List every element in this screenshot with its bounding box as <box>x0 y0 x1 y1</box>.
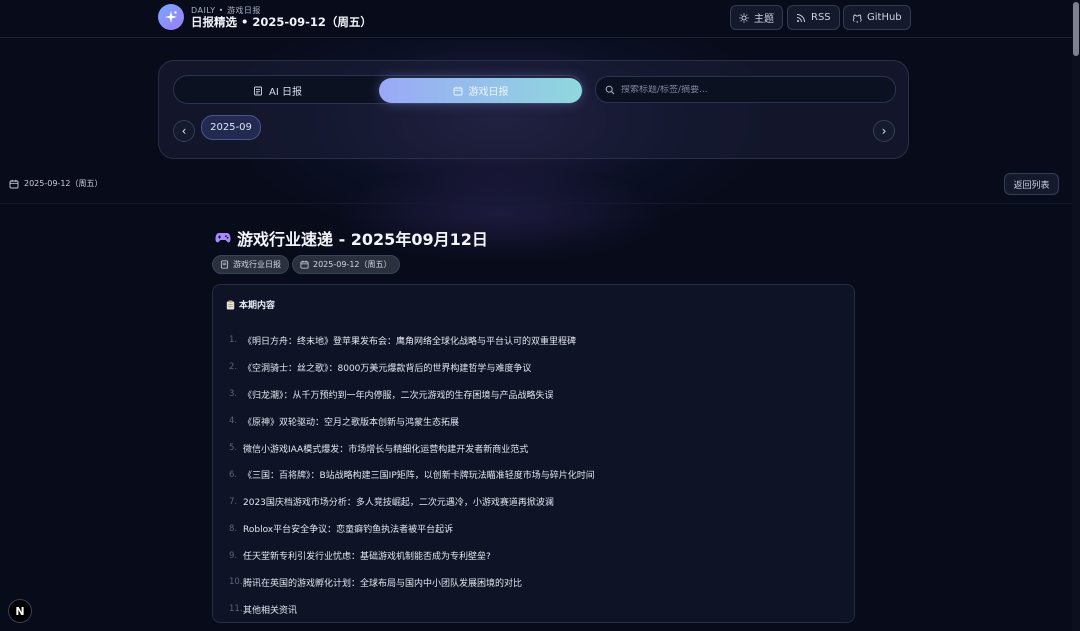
chevron-right-icon: › <box>881 124 887 138</box>
tab-ai-daily-label: AI 日报 <box>269 87 302 98</box>
toc-item-link[interactable]: 《明日方舟：终末地》登苹果发布会：鹰角网络全球化战略与平台认可的双重里程碑 <box>243 334 576 347</box>
toc-item-number: 7. <box>229 496 238 507</box>
dev-tools-badge[interactable]: N <box>8 599 32 623</box>
toc-item-number: 9. <box>229 550 238 561</box>
scrollbar-thumb[interactable] <box>1073 2 1079 56</box>
github-label: GitHub <box>867 12 902 23</box>
table-of-contents: 本期内容 1. 《明日方舟：终末地》登苹果发布会：鹰角网络全球化战略与平台认可的双… <box>212 284 855 623</box>
brand-title: 日报精选 • 2025-09-12（周五） <box>191 15 372 29</box>
toc-item-link[interactable]: Roblox平台安全争议：恋童癖钓鱼执法者被平台起诉 <box>243 522 453 535</box>
back-to-list-button[interactable]: 返回列表 <box>1004 173 1059 195</box>
github-button[interactable]: GitHub <box>843 5 911 30</box>
tag-category[interactable]: 游戏行业日报 <box>212 255 289 274</box>
article-title-text: 游戏行业速递 - 2025年09月12日 <box>237 230 488 249</box>
toc-item-link[interactable]: 2023国庆档游戏市场分析：多人竞技崛起，二次元遇冷，小游戏赛道再掀波澜 <box>243 495 554 508</box>
document-icon <box>253 86 263 96</box>
toc-item-number: 10. <box>229 577 243 588</box>
toc-list: 1. 《明日方舟：终末地》登苹果发布会：鹰角网络全球化战略与平台认可的双重里程碑 … <box>229 327 595 623</box>
toc-item[interactable]: 1. 《明日方舟：终末地》登苹果发布会：鹰角网络全球化战略与平台认可的双重里程碑 <box>229 327 595 354</box>
toc-item[interactable]: 6. 《三国：百将牌》：B站战略构建三国IP矩阵，以创新卡牌玩法瞄准轻度市场与碎片… <box>229 461 595 488</box>
toc-item-link[interactable]: 任天堂新专利引发行业忧虑：基础游戏机制能否成为专利壁垒? <box>243 549 491 562</box>
tab-game-daily-label: 游戏日报 <box>468 87 509 98</box>
tab-ai-daily[interactable]: AI 日报 <box>176 78 379 103</box>
toc-heading: 本期内容 <box>226 298 275 311</box>
calendar-icon <box>453 86 463 96</box>
document-icon <box>220 260 229 269</box>
sun-icon <box>739 12 749 23</box>
current-date-label: 2025-09-12（周五） <box>24 179 103 188</box>
toc-item-link[interactable]: 《归龙潮》：从千万预约到一年内停服，二次元游戏的生存困境与产品战略失误 <box>243 388 554 401</box>
theme-button[interactable]: 主题 <box>730 5 783 30</box>
page-scrollbar[interactable] <box>1072 0 1080 631</box>
search-box <box>595 76 896 103</box>
current-date: 2025-09-12（周五） <box>9 178 103 189</box>
toc-item-number: 1. <box>229 335 238 346</box>
toc-item[interactable]: 9. 任天堂新专利引发行业忧虑：基础游戏机制能否成为专利壁垒? <box>229 542 595 569</box>
toc-item-number: 8. <box>229 523 238 534</box>
toc-item[interactable]: 11. 其他相关资讯 <box>229 596 595 623</box>
toc-item-number: 11. <box>229 604 243 615</box>
control-panel: AI 日报 游戏日报 ‹ 2025-09 › <box>158 60 909 159</box>
search-icon <box>605 85 615 95</box>
toc-item-link[interactable]: 《原神》双轮驱动：空月之歌版本创新与鸿蒙生态拓展 <box>243 415 459 428</box>
search-input[interactable] <box>621 84 881 95</box>
prev-month-button[interactable]: ‹ <box>173 120 195 142</box>
month-label: 2025-09 <box>210 122 252 133</box>
toc-item[interactable]: 3. 《归龙潮》：从千万预约到一年内停服，二次元游戏的生存困境与产品战略失误 <box>229 381 595 408</box>
tag-date[interactable]: 2025-09-12（周五） <box>292 255 400 274</box>
calendar-icon <box>9 179 19 189</box>
toc-item[interactable]: 7. 2023国庆档游戏市场分析：多人竞技崛起，二次元遇冷，小游戏赛道再掀波澜 <box>229 488 595 515</box>
article-title: 游戏行业速递 - 2025年09月12日 <box>215 226 488 250</box>
rss-button[interactable]: RSS <box>787 5 840 30</box>
toc-item-number: 5. <box>229 443 238 453</box>
toc-item-link[interactable]: 《三国：百将牌》：B站战略构建三国IP矩阵，以创新卡牌玩法瞄准轻度市场与碎片化时… <box>243 468 595 481</box>
toc-item-link[interactable]: 腾讯在英国的游戏孵化计划：全球布局与国内中小团队发展困境的对比 <box>243 576 522 589</box>
report-tabs: AI 日报 游戏日报 <box>173 75 583 104</box>
toc-item-link[interactable]: 其他相关资讯 <box>243 603 297 616</box>
toc-item-number: 6. <box>229 469 238 480</box>
rss-label: RSS <box>811 12 831 23</box>
toc-item-number: 2. <box>229 362 238 373</box>
toc-item-link[interactable]: 《空洞骑士：丝之歌》：8000万美元爆款背后的世界构建哲学与难度争议 <box>243 361 531 374</box>
github-icon <box>852 13 862 23</box>
toc-item-number: 3. <box>229 389 238 400</box>
toc-item-number: 4. <box>229 416 238 427</box>
toc-item[interactable]: 5. 微信小游戏IAA模式爆发：市场增长与精细化运营构建开发者新商业范式 <box>229 435 595 462</box>
tag-date-label: 2025-09-12（周五） <box>313 260 392 269</box>
month-selector[interactable]: 2025-09 <box>201 115 261 140</box>
toc-heading-text: 本期内容 <box>239 301 276 311</box>
calendar-icon <box>300 260 309 269</box>
tab-game-daily[interactable]: 游戏日报 <box>379 78 582 103</box>
toc-item-link[interactable]: 微信小游戏IAA模式爆发：市场增长与精细化运营构建开发者新商业范式 <box>243 442 528 455</box>
chevron-left-icon: ‹ <box>181 124 187 138</box>
toc-item[interactable]: 10. 腾讯在英国的游戏孵化计划：全球布局与国内中小团队发展困境的对比 <box>229 569 595 596</box>
clipboard-icon <box>226 300 235 310</box>
top-header: DAILY • 游戏日报 日报精选 • 2025-09-12（周五） 主题 RS… <box>0 0 1072 38</box>
toc-item[interactable]: 4. 《原神》双轮驱动：空月之歌版本创新与鸿蒙生态拓展 <box>229 408 595 435</box>
gamepad-icon <box>215 232 231 244</box>
toc-item[interactable]: 8. Roblox平台安全争议：恋童癖钓鱼执法者被平台起诉 <box>229 515 595 542</box>
theme-label: 主题 <box>754 14 774 25</box>
next-month-button[interactable]: › <box>873 120 895 142</box>
rss-icon <box>796 13 806 23</box>
detail-subbar: 2025-09-12（周五） 返回列表 <box>0 172 1072 204</box>
toc-item[interactable]: 2. 《空洞骑士：丝之歌》：8000万美元爆款背后的世界构建哲学与难度争议 <box>229 354 595 381</box>
sparkle-icon[interactable] <box>158 4 184 30</box>
tag-category-label: 游戏行业日报 <box>233 260 281 269</box>
badge-letter: N <box>15 604 25 618</box>
